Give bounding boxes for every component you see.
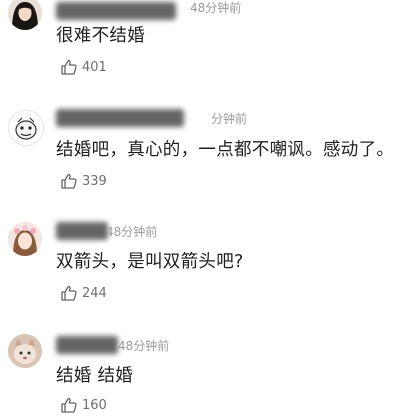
comment-time: 分钟前 — [211, 112, 248, 126]
comment-text: 双箭头，是叫双箭头吧? — [56, 252, 244, 272]
user-avatar[interactable] — [8, 0, 42, 30]
like-count: 339 — [82, 173, 107, 189]
user-avatar[interactable] — [8, 110, 44, 146]
thumbs-up-icon — [61, 285, 77, 301]
username-blurred[interactable] — [56, 336, 118, 354]
username-blurred[interactable] — [56, 222, 108, 240]
thumbs-up-icon — [61, 59, 77, 75]
username-blurred[interactable] — [56, 109, 184, 127]
like-button[interactable]: 339 — [60, 170, 107, 192]
like-button[interactable]: 244 — [60, 282, 107, 304]
thumbs-up-icon — [61, 397, 77, 413]
comment-time: 48分钟前 — [118, 339, 170, 353]
comment-text: 很难不结婚 — [56, 26, 145, 46]
like-button[interactable]: 160 — [60, 394, 107, 416]
comment-item: 分钟前 结婚吧，真心的，一点都不嘲讽。感动了。 339 — [0, 100, 420, 200]
comment-item: 48分钟前 很难不结婚 401 — [0, 0, 420, 90]
comment-text: 结婚吧，真心的，一点都不嘲讽。感动了。 — [56, 140, 395, 160]
avatar-girl-flowers-icon — [8, 222, 42, 256]
thumbs-up-icon — [61, 173, 77, 189]
comment-item: 48分钟前 结婚 结婚 160 — [0, 326, 420, 414]
avatar-pet-photo-icon — [8, 334, 42, 368]
user-avatar[interactable] — [8, 222, 42, 256]
comment-item: 48分钟前 双箭头，是叫双箭头吧? 244 — [0, 212, 420, 312]
comment-text: 结婚 结婚 — [56, 366, 134, 386]
like-count: 160 — [82, 397, 107, 413]
comment-time: 48分钟前 — [106, 225, 158, 239]
like-count: 401 — [82, 59, 107, 75]
like-button[interactable]: 401 — [60, 56, 107, 78]
like-count: 244 — [82, 285, 107, 301]
avatar-woman-dark-hair-icon — [8, 0, 42, 30]
comment-time: 48分钟前 — [190, 1, 242, 15]
username-blurred[interactable] — [56, 2, 176, 20]
avatar-cartoon-face-icon — [9, 111, 43, 145]
user-avatar[interactable] — [8, 334, 42, 368]
